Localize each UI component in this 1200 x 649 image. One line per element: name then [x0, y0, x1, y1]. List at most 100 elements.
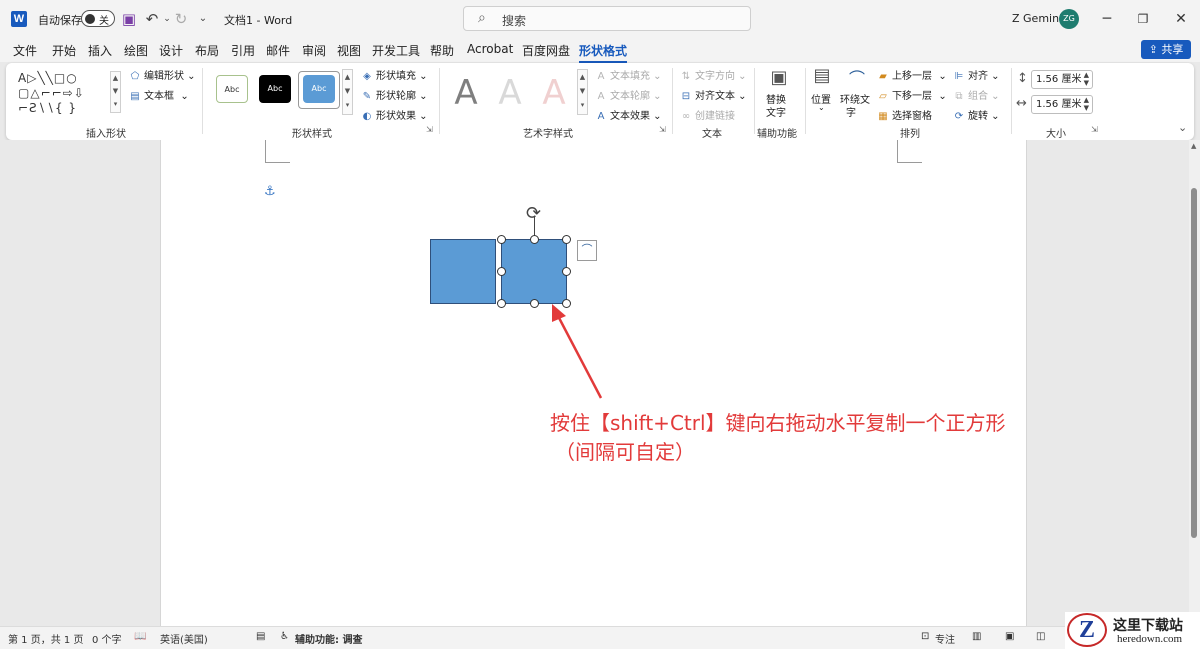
- resize-handle[interactable]: [497, 235, 506, 244]
- scrollbar-thumb[interactable]: [1191, 188, 1197, 538]
- rotate-handle-icon[interactable]: ⟳: [526, 203, 541, 224]
- tab-insert[interactable]: 插入: [88, 42, 112, 59]
- collapse-ribbon-icon[interactable]: ⌄: [1178, 121, 1187, 134]
- align-text-button[interactable]: ⊟ 对齐文本 ⌄: [679, 87, 747, 102]
- tab-baidu-netdisk[interactable]: 百度网盘: [522, 42, 570, 59]
- autosave-toggle[interactable]: 关: [81, 10, 115, 27]
- tab-file[interactable]: 文件: [13, 42, 37, 59]
- edit-shape-button[interactable]: ⬠ 编辑形状 ⌄: [128, 67, 196, 82]
- wrap-text-label-2[interactable]: 字: [846, 104, 856, 119]
- tab-review[interactable]: 审阅: [302, 42, 326, 59]
- position-icon[interactable]: ▤: [811, 65, 833, 86]
- align-button[interactable]: ⊫ 对齐 ⌄: [952, 67, 1000, 82]
- tab-draw[interactable]: 绘图: [124, 42, 148, 59]
- share-button[interactable]: ⇪ 共享: [1141, 40, 1191, 59]
- group-button[interactable]: ⧉ 组合 ⌄: [952, 87, 999, 102]
- text-outline-button[interactable]: A 文本轮廓 ⌄: [594, 87, 662, 102]
- tab-acrobat[interactable]: Acrobat: [467, 42, 513, 56]
- shape-width-input[interactable]: 1.56 厘米 ▲ ▼: [1031, 95, 1093, 114]
- tab-home[interactable]: 开始: [52, 42, 76, 59]
- text-effects-button[interactable]: A 文本效果 ⌄: [594, 107, 662, 122]
- wordart-sample-outline[interactable]: A: [534, 71, 574, 115]
- create-link-button[interactable]: ∞ 创建链接: [679, 107, 735, 122]
- text-direction-button[interactable]: ⇅ 文字方向 ⌄: [679, 67, 747, 82]
- page-count[interactable]: 第 1 页，共 1 页: [8, 631, 83, 646]
- wrap-text-icon[interactable]: ⌒: [844, 65, 870, 89]
- redo-icon[interactable]: ↻: [171, 9, 191, 29]
- tab-shape-format[interactable]: 形状格式: [579, 42, 628, 63]
- word-count[interactable]: 0 个字: [92, 631, 122, 646]
- group-divider: [672, 68, 673, 134]
- tab-view[interactable]: 视图: [337, 42, 361, 59]
- resize-handle[interactable]: [530, 299, 539, 308]
- rotate-button[interactable]: ⟳ 旋转 ⌄: [952, 107, 1000, 122]
- text-fill-button[interactable]: A 文本填充 ⌄: [594, 67, 662, 82]
- dialog-launcher-icon[interactable]: ⇲: [659, 125, 666, 134]
- layout-options-icon[interactable]: ⌒: [577, 240, 597, 261]
- tab-developer[interactable]: 开发工具: [372, 42, 420, 59]
- wordart-sample-light[interactable]: A: [490, 71, 530, 115]
- square-shape-original[interactable]: [430, 239, 496, 304]
- proofing-icon[interactable]: 📖: [134, 631, 146, 642]
- print-layout-icon[interactable]: ▣: [1005, 631, 1014, 642]
- text-group-label: 文本: [702, 129, 722, 140]
- save-icon[interactable]: ▣: [119, 9, 139, 29]
- search-input[interactable]: ⌕ 搜索: [463, 6, 751, 31]
- shape-height-input[interactable]: 1.56 厘米 ▲ ▼: [1031, 70, 1093, 89]
- resize-handle[interactable]: [562, 235, 571, 244]
- tab-help[interactable]: 帮助: [430, 42, 454, 59]
- style-thumb-outline[interactable]: Abc: [216, 75, 248, 103]
- shape-gallery[interactable]: A▷╲╲□○ ▢△⌐⌐⇨⇩ ⌐Ƨ∖∖{ }: [18, 71, 110, 117]
- wordart-sample-gray[interactable]: A: [446, 71, 486, 115]
- tab-layout[interactable]: 布局: [195, 42, 219, 59]
- alt-text-icon[interactable]: ▣: [764, 67, 794, 88]
- web-layout-icon[interactable]: ◫: [1036, 631, 1045, 642]
- search-icon: ⌕: [478, 10, 486, 26]
- send-backward-button[interactable]: ▱ 下移一层 ⌄: [876, 87, 947, 102]
- accessibility-status[interactable]: 辅助功能: 调查: [295, 631, 362, 646]
- focus-icon[interactable]: ⊡: [921, 631, 929, 642]
- resize-handle[interactable]: [497, 267, 506, 276]
- style-gallery-scroll[interactable]: ▲ ▼ ▾: [342, 69, 353, 115]
- shape-outline-button[interactable]: ✎ 形状轮廓 ⌄: [360, 87, 428, 102]
- shape-fill-button[interactable]: ◈ 形状填充 ⌄: [360, 67, 427, 82]
- dialog-launcher-icon[interactable]: ⇲: [1091, 125, 1098, 134]
- width-spinner[interactable]: ▲ ▼: [1084, 96, 1089, 112]
- macro-icon[interactable]: ▤: [256, 631, 265, 642]
- dialog-launcher-icon[interactable]: ⇲: [426, 125, 433, 134]
- language[interactable]: 英语(美国): [160, 631, 208, 646]
- shape-row[interactable]: ⌐Ƨ∖∖{ }: [18, 101, 110, 116]
- bring-forward-button[interactable]: ▰ 上移一层 ⌄: [876, 67, 947, 82]
- read-mode-icon[interactable]: ▥: [972, 631, 981, 642]
- shape-row[interactable]: A▷╲╲□○: [18, 71, 110, 86]
- user-name[interactable]: Z Gemini: [1012, 12, 1062, 25]
- scroll-up-icon[interactable]: ▲: [1191, 142, 1196, 150]
- alt-text-label-2[interactable]: 文字: [766, 104, 786, 119]
- tab-design[interactable]: 设计: [159, 42, 183, 59]
- accessibility-icon[interactable]: ♿: [280, 631, 289, 642]
- square-shape-copy[interactable]: [501, 239, 567, 304]
- height-spinner[interactable]: ▲ ▼: [1084, 71, 1089, 87]
- create-link-label: 创建链接: [695, 111, 735, 122]
- close-icon[interactable]: ✕: [1170, 8, 1192, 30]
- focus-label[interactable]: 专注: [935, 631, 955, 646]
- tab-references[interactable]: 引用: [231, 42, 255, 59]
- tab-mailings[interactable]: 邮件: [266, 42, 290, 59]
- text-box-button[interactable]: ▤ 文本框 ⌄: [128, 87, 188, 102]
- position-dropdown-icon[interactable]: ⌄: [818, 103, 825, 112]
- wordart-gallery-scroll[interactable]: ▲ ▼ ▾: [577, 69, 588, 115]
- resize-handle[interactable]: [562, 267, 571, 276]
- shape-effects-button[interactable]: ◐ 形状效果 ⌄: [360, 107, 428, 122]
- style-thumb-black[interactable]: Abc: [259, 75, 291, 103]
- customize-icon[interactable]: ⌄: [193, 9, 213, 29]
- style-thumb-blue[interactable]: Abc: [303, 75, 335, 103]
- shape-row[interactable]: ▢△⌐⌐⇨⇩: [18, 86, 110, 101]
- selection-pane-button[interactable]: ▦ 选择窗格: [876, 107, 932, 122]
- vertical-scrollbar[interactable]: ▲: [1189, 140, 1200, 626]
- avatar[interactable]: ZG: [1059, 9, 1079, 29]
- minimize-icon[interactable]: ─: [1096, 8, 1118, 30]
- restore-icon[interactable]: ❐: [1132, 8, 1154, 30]
- resize-handle[interactable]: [497, 299, 506, 308]
- shape-gallery-scroll[interactable]: ▲ ▼ ▾: [110, 71, 121, 113]
- resize-handle[interactable]: [530, 235, 539, 244]
